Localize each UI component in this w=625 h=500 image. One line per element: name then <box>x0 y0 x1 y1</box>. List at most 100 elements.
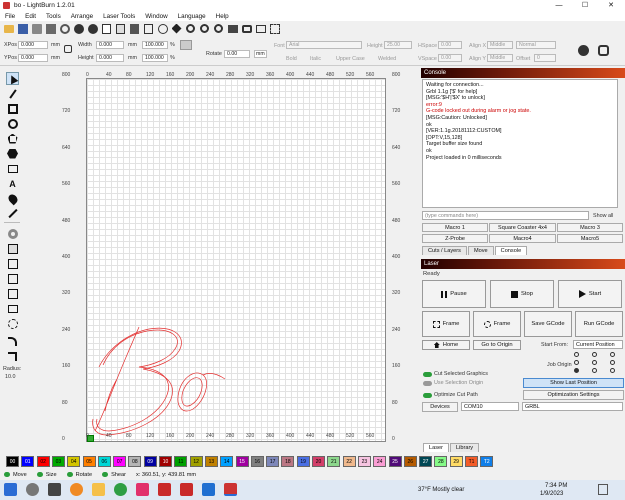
origin-radio-ml[interactable] <box>574 360 579 365</box>
minimize-button[interactable]: — <box>546 0 572 11</box>
pen-icon[interactable] <box>6 87 19 100</box>
frame-rubberband-button[interactable]: Frame <box>473 311 521 337</box>
stop-button[interactable]: Stop <box>490 280 554 308</box>
layer-swatch-12[interactable]: 12 <box>189 456 203 467</box>
shear-toggle[interactable] <box>102 472 109 477</box>
device-select[interactable]: GRBL <box>522 402 623 411</box>
weld-icon[interactable] <box>6 242 19 255</box>
layer-swatch-16[interactable]: 16 <box>250 456 264 467</box>
layer-swatch-22[interactable]: 22 <box>342 456 356 467</box>
settings-icon[interactable] <box>58 22 71 35</box>
open-icon[interactable] <box>2 22 15 35</box>
units-toggle[interactable]: mm <box>254 50 267 58</box>
layer-swatch-T2[interactable]: T2 <box>480 456 494 467</box>
hexagon-icon[interactable] <box>6 147 19 160</box>
offset-field[interactable]: 0 <box>534 54 556 62</box>
layer-swatch-14[interactable]: 14 <box>220 456 234 467</box>
layer-swatch-23[interactable]: 23 <box>357 456 371 467</box>
menu-tools[interactable]: Tools <box>41 13 66 20</box>
image-icon[interactable] <box>254 22 267 35</box>
frame-icon[interactable] <box>268 22 281 35</box>
tab-move[interactable]: Move <box>467 246 494 255</box>
console-command-input[interactable]: (type commands here) <box>422 211 589 220</box>
height-percent-field[interactable]: 100.000 <box>142 54 168 62</box>
layer-swatch-09[interactable]: 09 <box>143 456 157 467</box>
chamfer-icon[interactable] <box>6 350 19 363</box>
start-from-select[interactable]: Current Position <box>573 340 623 349</box>
menu-language[interactable]: Language <box>173 13 211 20</box>
boolean-union-icon[interactable] <box>6 257 19 270</box>
layer-swatch-T1[interactable]: T1 <box>465 456 478 467</box>
offset-shape-icon[interactable] <box>6 227 19 240</box>
home-button[interactable]: Home <box>422 340 470 350</box>
redo-icon[interactable] <box>86 22 99 35</box>
import-icon[interactable] <box>30 22 43 35</box>
layer-swatch-03[interactable]: 03 <box>51 456 65 467</box>
width-field[interactable]: 0.000 <box>96 41 124 49</box>
menu-arrange[interactable]: Arrange <box>66 13 98 20</box>
layer-swatch-07[interactable]: 07 <box>113 456 127 467</box>
maximize-button[interactable]: ☐ <box>572 0 598 11</box>
camera-icon[interactable] <box>240 22 253 35</box>
origin-radio-tr[interactable] <box>610 352 615 357</box>
chrome-icon[interactable] <box>114 483 127 496</box>
move-toggle[interactable] <box>4 472 10 477</box>
font-height-field[interactable]: 25.00 <box>384 41 412 49</box>
vspace-field[interactable]: 0.00 <box>438 54 462 62</box>
optimization-settings-button[interactable]: Optimization Settings <box>523 390 624 400</box>
app-icon-red[interactable] <box>158 483 171 496</box>
devices-button[interactable]: Devices <box>422 402 458 412</box>
run-gcode-button[interactable]: Run GCode <box>575 311 623 337</box>
task-view-icon[interactable] <box>48 483 61 496</box>
firefox-icon[interactable] <box>70 483 83 496</box>
pause-button[interactable]: Pause <box>422 280 486 308</box>
zoom-out-icon[interactable] <box>198 22 211 35</box>
vscode-icon[interactable] <box>202 483 215 496</box>
lock-icon[interactable] <box>64 45 72 53</box>
tool-icon[interactable] <box>598 45 609 56</box>
boolean-subtract-icon[interactable] <box>6 272 19 285</box>
zoom-frame-icon[interactable] <box>212 22 225 35</box>
origin-radio-tc[interactable] <box>592 352 597 357</box>
layer-swatch-13[interactable]: 13 <box>204 456 218 467</box>
origin-grid-icon[interactable] <box>180 40 192 50</box>
layer-swatch-20[interactable]: 20 <box>312 456 325 467</box>
rotate-toggle[interactable] <box>66 472 73 477</box>
layer-swatch-01[interactable]: 01 <box>21 456 35 467</box>
xpos-field[interactable]: 0.000 <box>18 41 48 49</box>
menu-laser-tools[interactable]: Laser Tools <box>98 13 140 20</box>
edit-nodes-icon[interactable] <box>6 162 19 175</box>
welded-checkbox[interactable]: Welded <box>378 56 396 62</box>
search-icon[interactable] <box>26 483 39 496</box>
macro-4-button[interactable]: Macro4 <box>489 234 556 243</box>
origin-radio-bl[interactable] <box>574 368 579 373</box>
show-all-checkbox[interactable]: Show all <box>593 213 613 219</box>
copy-icon[interactable] <box>100 22 113 35</box>
origin-radio-tl[interactable] <box>574 352 579 357</box>
layer-swatch-28[interactable]: 28 <box>434 456 448 467</box>
origin-radio-mr[interactable] <box>610 360 615 365</box>
layer-swatch-11[interactable]: 11 <box>174 456 188 467</box>
text-tool-icon[interactable]: A <box>6 177 19 190</box>
upper-case-checkbox[interactable]: Upper Case <box>336 56 365 62</box>
macro-1-button[interactable]: Macro 1 <box>422 223 488 232</box>
hspace-field[interactable]: 0.00 <box>438 41 462 49</box>
align-x-select[interactable]: Middle <box>487 41 513 49</box>
font-select[interactable]: Arial <box>286 41 362 49</box>
design-artwork[interactable] <box>87 79 387 443</box>
layer-swatch-25[interactable]: 25 <box>388 456 402 467</box>
layer-swatch-15[interactable]: 15 <box>235 456 249 467</box>
width-percent-field[interactable]: 100.000 <box>142 41 168 49</box>
app-icon-red-2[interactable] <box>180 483 193 496</box>
rectangle-icon[interactable] <box>6 102 19 115</box>
size-toggle[interactable] <box>36 472 43 477</box>
layer-swatch-08[interactable]: 08 <box>128 456 142 467</box>
notification-icon[interactable] <box>598 484 608 495</box>
tab-library[interactable]: Library <box>450 443 480 452</box>
menu-help[interactable]: Help <box>211 13 234 20</box>
origin-radio-bc[interactable] <box>592 368 597 373</box>
layer-swatch-02[interactable]: 02 <box>36 456 50 467</box>
pan-icon[interactable] <box>170 22 183 35</box>
bold-checkbox[interactable]: Bold <box>286 56 297 62</box>
macro-5-button[interactable]: Macro5 <box>557 234 623 243</box>
